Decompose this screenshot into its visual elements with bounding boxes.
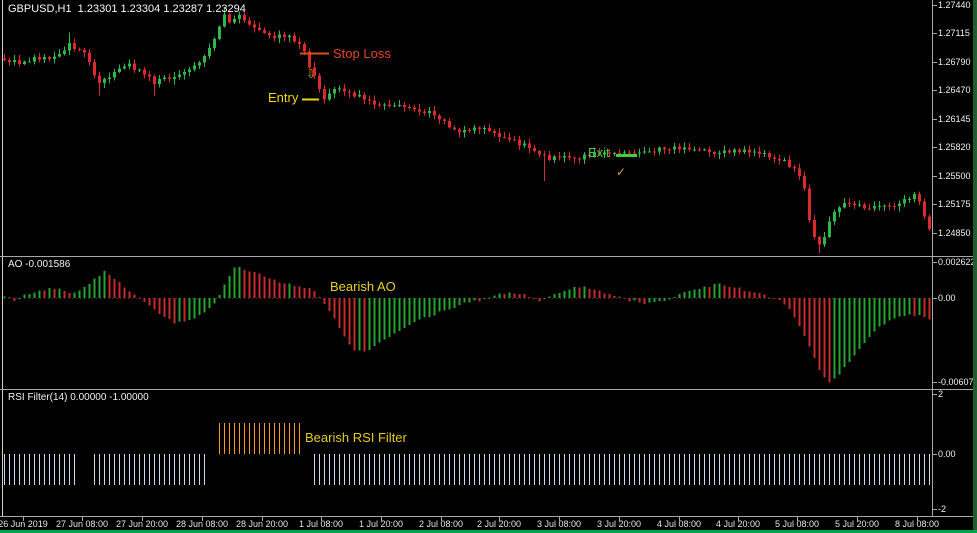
price-axis-label: 1.24850 <box>938 228 971 238</box>
time-axis-label: 1 Jul 20:00 <box>359 519 403 529</box>
ao-axis-label: 0.002622 <box>938 257 976 267</box>
price-axis-label: 1.27440 <box>938 0 971 10</box>
rsi-axis-label: 2 <box>938 389 943 399</box>
rsi-panel[interactable] <box>0 390 933 516</box>
time-axis-label: 27 Jun 20:00 <box>116 519 168 529</box>
price-panel[interactable] <box>0 0 933 256</box>
time-axis-label: 3 Jul 08:00 <box>537 519 581 529</box>
time-axis-label: 4 Jul 08:00 <box>657 519 701 529</box>
time-axis-label: 2 Jul 20:00 <box>477 519 521 529</box>
chart-window: GBPUSD,H1 1.23301 1.23304 1.23287 1.2329… <box>0 0 977 533</box>
time-axis-label: 28 Jun 20:00 <box>236 519 288 529</box>
rsi-panel-label: RSI Filter(14) 0.00000 -1.00000 <box>8 392 149 403</box>
price-axis-label: 1.27115 <box>938 28 970 38</box>
time-axis-label: 5 Jul 20:00 <box>835 519 879 529</box>
bearish-ao-label: Bearish AO <box>330 280 396 294</box>
price-axis-label: 1.26790 <box>938 57 971 67</box>
entry-label: Entry <box>268 91 298 105</box>
time-axis-label: 1 Jul 08:00 <box>299 519 343 529</box>
price-axis-label: 1.26145 <box>938 114 971 124</box>
time-axis-label: 26 Jun 2019 <box>0 519 48 529</box>
time-axis-label: 3 Jul 20:00 <box>597 519 641 529</box>
price-axis-label: 1.25175 <box>938 199 971 209</box>
time-axis-label: 28 Jun 08:00 <box>176 519 228 529</box>
chart-title: GBPUSD,H1 1.23301 1.23304 1.23287 1.2329… <box>8 3 246 15</box>
price-axis-label: 1.26470 <box>938 85 971 95</box>
ao-axis-label: -0.006071 <box>938 377 977 387</box>
rsi-axis-label: 0.00 <box>938 449 956 459</box>
time-axis-label: 27 Jun 08:00 <box>56 519 108 529</box>
time-axis-label: 8 Jul 08:00 <box>895 519 939 529</box>
ao-axis-label: 0.00 <box>938 293 956 303</box>
time-axis-label: 2 Jul 08:00 <box>419 519 463 529</box>
ao-panel[interactable] <box>0 257 933 389</box>
window-right-border <box>973 0 977 533</box>
checkmark-icon: ✓ <box>616 165 626 179</box>
sell-arrow-icon: ⇩ <box>306 67 316 81</box>
price-axis-label: 1.25820 <box>938 142 971 152</box>
bearish-rsi-label: Bearish RSI Filter <box>305 431 407 445</box>
exit-label: Exit <box>588 146 610 160</box>
ao-panel-label: AO -0.001586 <box>8 259 70 270</box>
price-axis-label: 1.25500 <box>938 171 971 181</box>
time-axis-label: 4 Jul 20:00 <box>716 519 760 529</box>
stop-loss-label: Stop Loss <box>333 47 391 61</box>
time-axis-label: 5 Jul 08:00 <box>775 519 819 529</box>
rsi-axis-label: -2 <box>938 504 946 514</box>
